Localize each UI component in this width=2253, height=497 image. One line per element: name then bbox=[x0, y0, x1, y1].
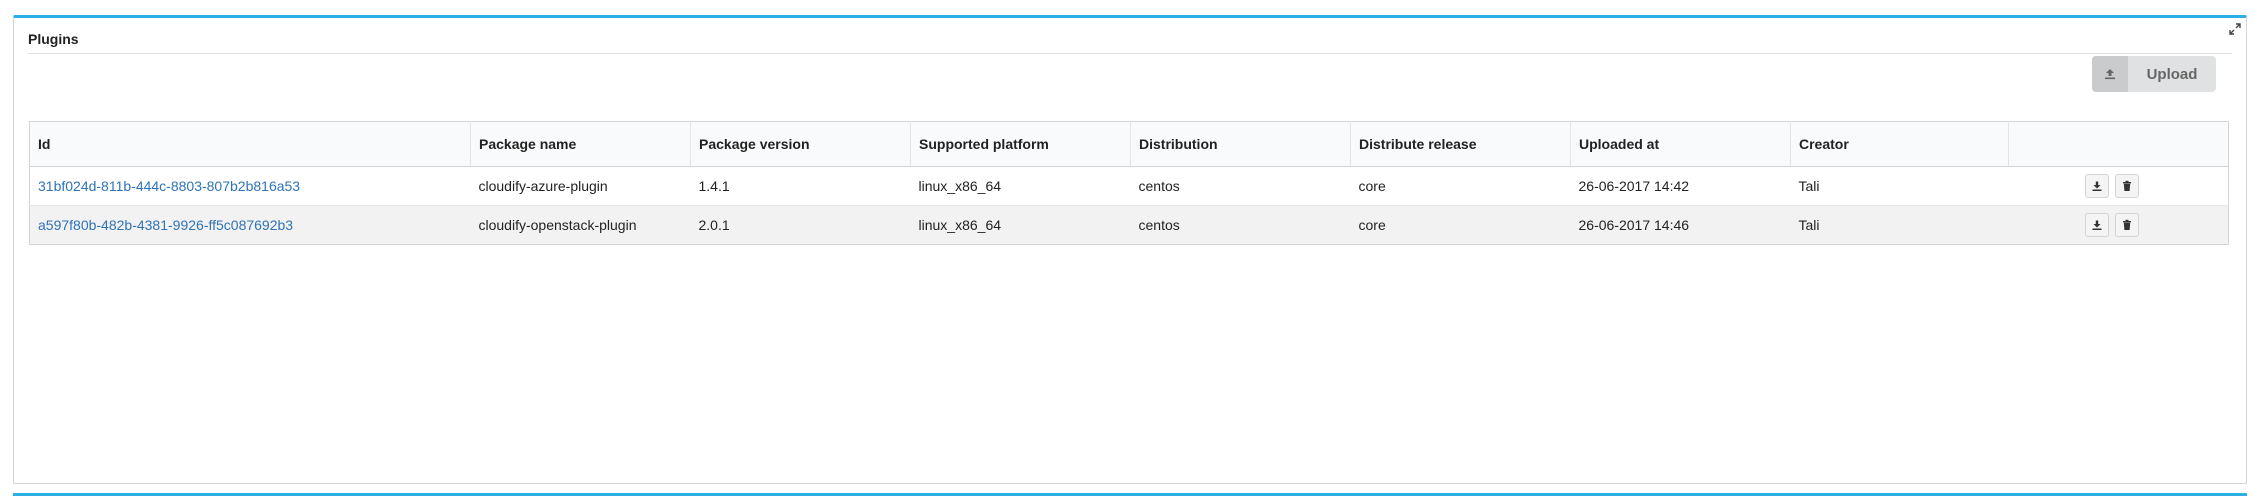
cell-uploaded-at: 26-06-2017 14:46 bbox=[1570, 205, 1791, 245]
table-row[interactable]: a597f80b-482b-4381-9926-ff5c087692b3 clo… bbox=[29, 205, 2229, 245]
bottom-accent-bar bbox=[13, 493, 2247, 496]
table-row[interactable]: 31bf024d-811b-444c-8803-807b2b816a53 clo… bbox=[29, 166, 2229, 206]
cell-creator: Tali bbox=[1790, 205, 2009, 245]
trash-icon[interactable] bbox=[2114, 213, 2139, 237]
cell-actions bbox=[2008, 166, 2229, 206]
cell-distribution: centos bbox=[1130, 166, 1351, 206]
expand-icon[interactable] bbox=[2229, 23, 2241, 35]
column-header-actions bbox=[2008, 121, 2229, 167]
cell-distribution: centos bbox=[1130, 205, 1351, 245]
plugins-widget: Plugins Upload Id Package name Package v… bbox=[13, 15, 2247, 484]
column-header-distribute-release[interactable]: Distribute release bbox=[1350, 121, 1571, 167]
trash-icon[interactable] bbox=[2114, 174, 2139, 198]
cell-id[interactable]: a597f80b-482b-4381-9926-ff5c087692b3 bbox=[29, 205, 471, 245]
cell-actions bbox=[2008, 205, 2229, 245]
cell-package-name: cloudify-azure-plugin bbox=[470, 166, 691, 206]
table-header-row: Id Package name Package version Supporte… bbox=[29, 121, 2229, 167]
cell-package-version: 2.0.1 bbox=[690, 205, 911, 245]
cell-distribute-release: core bbox=[1350, 205, 1571, 245]
column-header-package-version[interactable]: Package version bbox=[690, 121, 911, 167]
cell-package-name: cloudify-openstack-plugin bbox=[470, 205, 691, 245]
cell-distribute-release: core bbox=[1350, 166, 1571, 206]
cell-package-version: 1.4.1 bbox=[690, 166, 911, 206]
cell-creator: Tali bbox=[1790, 166, 2009, 206]
upload-button[interactable]: Upload bbox=[2092, 56, 2216, 92]
upload-icon bbox=[2092, 56, 2128, 92]
widget-title: Plugins bbox=[28, 31, 79, 47]
column-header-supported-platform[interactable]: Supported platform bbox=[910, 121, 1131, 167]
cell-id[interactable]: 31bf024d-811b-444c-8803-807b2b816a53 bbox=[29, 166, 471, 206]
plugin-id-link[interactable]: a597f80b-482b-4381-9926-ff5c087692b3 bbox=[38, 217, 293, 233]
download-icon[interactable] bbox=[2084, 174, 2109, 198]
cell-supported-platform: linux_x86_64 bbox=[910, 205, 1131, 245]
title-divider bbox=[28, 53, 2232, 54]
column-header-uploaded-at[interactable]: Uploaded at bbox=[1570, 121, 1791, 167]
column-header-id[interactable]: Id bbox=[29, 121, 471, 167]
download-icon[interactable] bbox=[2084, 213, 2109, 237]
column-header-distribution[interactable]: Distribution bbox=[1130, 121, 1351, 167]
column-header-creator[interactable]: Creator bbox=[1790, 121, 2009, 167]
plugins-table: Id Package name Package version Supporte… bbox=[29, 121, 2229, 245]
cell-supported-platform: linux_x86_64 bbox=[910, 166, 1131, 206]
column-header-package-name[interactable]: Package name bbox=[470, 121, 691, 167]
plugin-id-link[interactable]: 31bf024d-811b-444c-8803-807b2b816a53 bbox=[38, 178, 300, 194]
upload-label: Upload bbox=[2146, 65, 2198, 83]
cell-uploaded-at: 26-06-2017 14:42 bbox=[1570, 166, 1791, 206]
